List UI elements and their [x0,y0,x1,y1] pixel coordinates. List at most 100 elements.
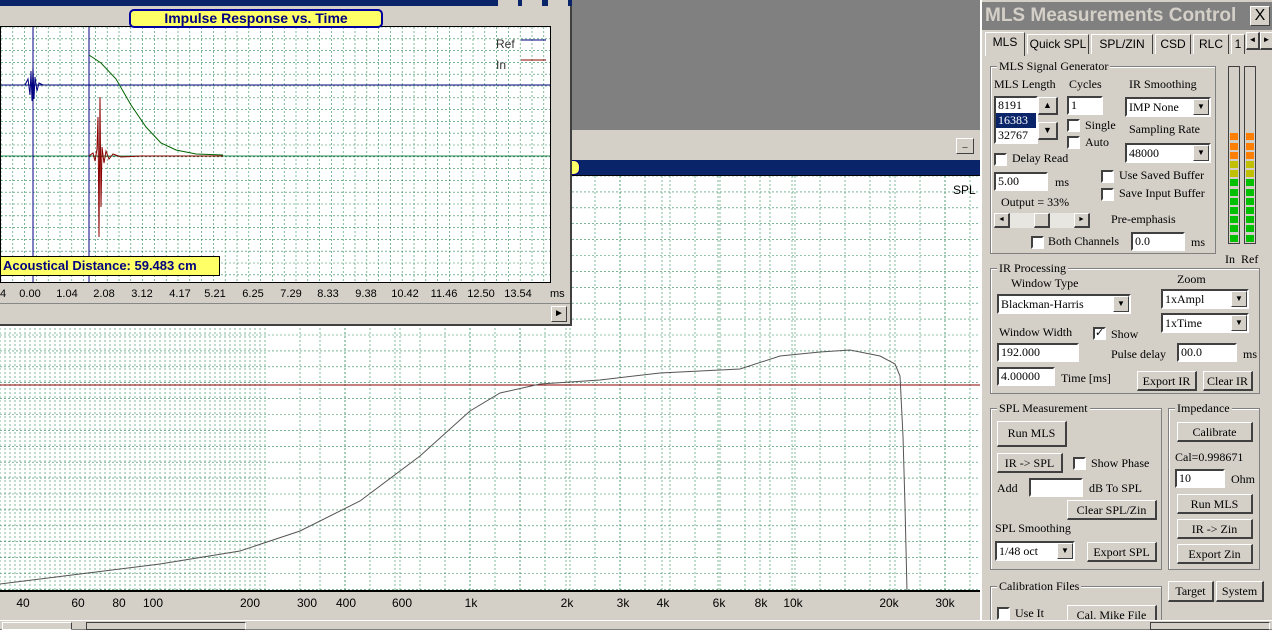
pulse-delay-ms-label: ms [1243,347,1258,361]
save-input-buffer-checkbox[interactable] [1101,188,1114,201]
auto-checkbox[interactable] [1067,136,1080,149]
window-width-input[interactable]: 192.000 [997,343,1079,362]
sampling-rate-select[interactable]: 48000 ▼ [1125,143,1211,163]
pulse-delay-input[interactable]: 00.0 [1177,343,1237,362]
slider-left-icon[interactable]: ◄ [994,213,1010,228]
ir-to-spl-button[interactable]: IR -> SPL [997,453,1063,473]
spl-x-tick-label: 30k [935,596,955,610]
spl-x-tick-label: 200 [239,596,261,610]
meter-segment [1230,115,1238,122]
show-checkbox[interactable]: ✓ [1093,327,1106,340]
tab-mls[interactable]: MLS [985,32,1025,56]
calibrate-button[interactable]: Calibrate [1177,422,1253,442]
spl-smoothing-value: 1/48 oct [999,544,1038,558]
export-spl-button[interactable]: Export SPL [1087,542,1157,562]
chevron-down-icon[interactable]: ▼ [1231,315,1247,331]
slider-right-icon[interactable]: ► [1074,213,1090,228]
ir-ref-trace [24,66,44,102]
mls-length-list[interactable]: 8191 16383 32767 [994,96,1038,144]
meter-segment [1230,225,1238,233]
tab-rlc[interactable]: RLC [1193,34,1229,54]
zoom-ampl-select[interactable]: 1xAmpl ▼ [1161,289,1249,309]
use-it-checkbox[interactable] [997,607,1010,620]
spl-window-caption [570,160,980,175]
mls-length-up-icon[interactable]: ▲ [1038,97,1058,115]
output-slider[interactable]: ◄ ► [994,213,1090,228]
ir-maximize-button[interactable] [522,0,542,6]
close-button[interactable]: X [1250,6,1270,26]
chevron-down-icon[interactable]: ▼ [1057,543,1073,559]
mls-length-option[interactable]: 8191 [996,98,1036,113]
spl-x-tick-label: 8k [754,596,768,610]
meter-segment [1246,161,1254,168]
use-saved-buffer-checkbox[interactable] [1101,170,1114,183]
ir-x-tick-label: 4 [0,288,7,300]
tab-scroll-right-icon[interactable]: ► [1260,32,1272,50]
show-phase-checkbox[interactable] [1073,457,1086,470]
delay-value-input[interactable]: 5.00 [994,172,1048,191]
chevron-down-icon[interactable]: ▼ [1193,99,1209,115]
single-checkbox[interactable] [1067,119,1080,132]
mls-length-down-icon[interactable]: ▼ [1038,122,1058,140]
ir-to-zin-button[interactable]: IR -> Zin [1177,519,1253,539]
export-ir-button[interactable]: Export IR [1137,371,1197,391]
time-input[interactable]: 4.00000 [997,367,1055,386]
meter-segment [1230,133,1238,141]
window-type-select[interactable]: Blackman-Harris ▼ [997,294,1131,314]
ir-horizontal-scrollbar[interactable]: ► [0,303,570,323]
impedance-group: Impedance Calibrate Cal=0.998671 10 Ohm … [1168,401,1260,570]
export-zin-button[interactable]: Export Zin [1177,544,1253,564]
mls-control-panel: MLS Measurements Control X MLS Quick SPL… [980,0,1272,626]
chevron-down-icon[interactable]: ▼ [1193,145,1209,161]
delay-read-checkbox[interactable] [994,153,1007,166]
ir-smoothing-value: IMP None [1129,100,1179,114]
run-mls-button[interactable]: Run MLS [997,421,1067,447]
mls-length-option[interactable]: 32767 [996,128,1036,142]
zoom-time-select[interactable]: 1xTime ▼ [1161,313,1249,333]
tab-more[interactable]: 1 [1231,34,1245,54]
clear-spl-zin-button[interactable]: Clear SPL/Zin [1067,500,1157,520]
ir-close-button[interactable] [548,0,568,6]
preemphasis-label: Pre-emphasis [1111,212,1176,226]
both-ms-label: ms [1191,235,1206,249]
spl-smoothing-select[interactable]: 1/48 oct ▼ [995,541,1075,561]
clear-ir-button[interactable]: Clear IR [1203,371,1253,391]
spl-curve [0,349,908,591]
meter-segment [1246,133,1254,141]
tab-scroll-left-icon[interactable]: ◄ [1246,32,1260,50]
ir-minimize-button[interactable] [498,0,518,6]
tab-quick-spl[interactable]: Quick SPL [1027,34,1089,54]
target-button[interactable]: Target [1168,581,1214,602]
meter-segment [1230,87,1238,95]
tab-spl-zin[interactable]: SPL/ZIN [1091,34,1153,54]
add-label: Add [997,481,1018,495]
meter-segment [1246,151,1254,159]
cycles-input[interactable]: 1 [1067,96,1103,115]
system-button[interactable]: System [1216,581,1264,602]
ir-x-tick-label: 9.38 [355,288,377,300]
ir-smoothing-select[interactable]: IMP None ▼ [1125,97,1211,117]
tab-csd[interactable]: CSD [1155,34,1191,54]
output-label: Output = 33% [1001,195,1070,209]
both-channels-input[interactable]: 0.0 [1131,232,1185,251]
mls-length-option-selected[interactable]: 16383 [996,113,1036,128]
ir-x-tick-label: 4.17 [169,288,191,300]
ref-level-meter [1244,66,1256,244]
ir-x-tick-label: 5.21 [204,288,226,300]
ir-plot-area[interactable]: Ref In [0,26,551,283]
add-db-input[interactable] [1029,478,1083,497]
meter-segment [1230,96,1238,104]
impedance-run-mls-button[interactable]: Run MLS [1177,494,1253,514]
chevron-down-icon[interactable]: ▼ [1231,291,1247,307]
minimize-button[interactable]: _ [956,138,974,154]
slider-thumb[interactable] [1034,213,1050,228]
spl-x-tick-label: 20k [879,596,899,610]
meter-segment [1230,161,1238,168]
ohm-input[interactable]: 10 [1175,469,1225,488]
both-channels-checkbox[interactable] [1031,236,1044,249]
chevron-down-icon[interactable]: ▼ [1113,296,1129,312]
ohm-label: Ohm [1231,472,1255,486]
scroll-right-icon[interactable]: ► [551,306,567,322]
meter-segment [1230,188,1238,196]
ir-x-tick-label: 3.12 [131,288,153,300]
